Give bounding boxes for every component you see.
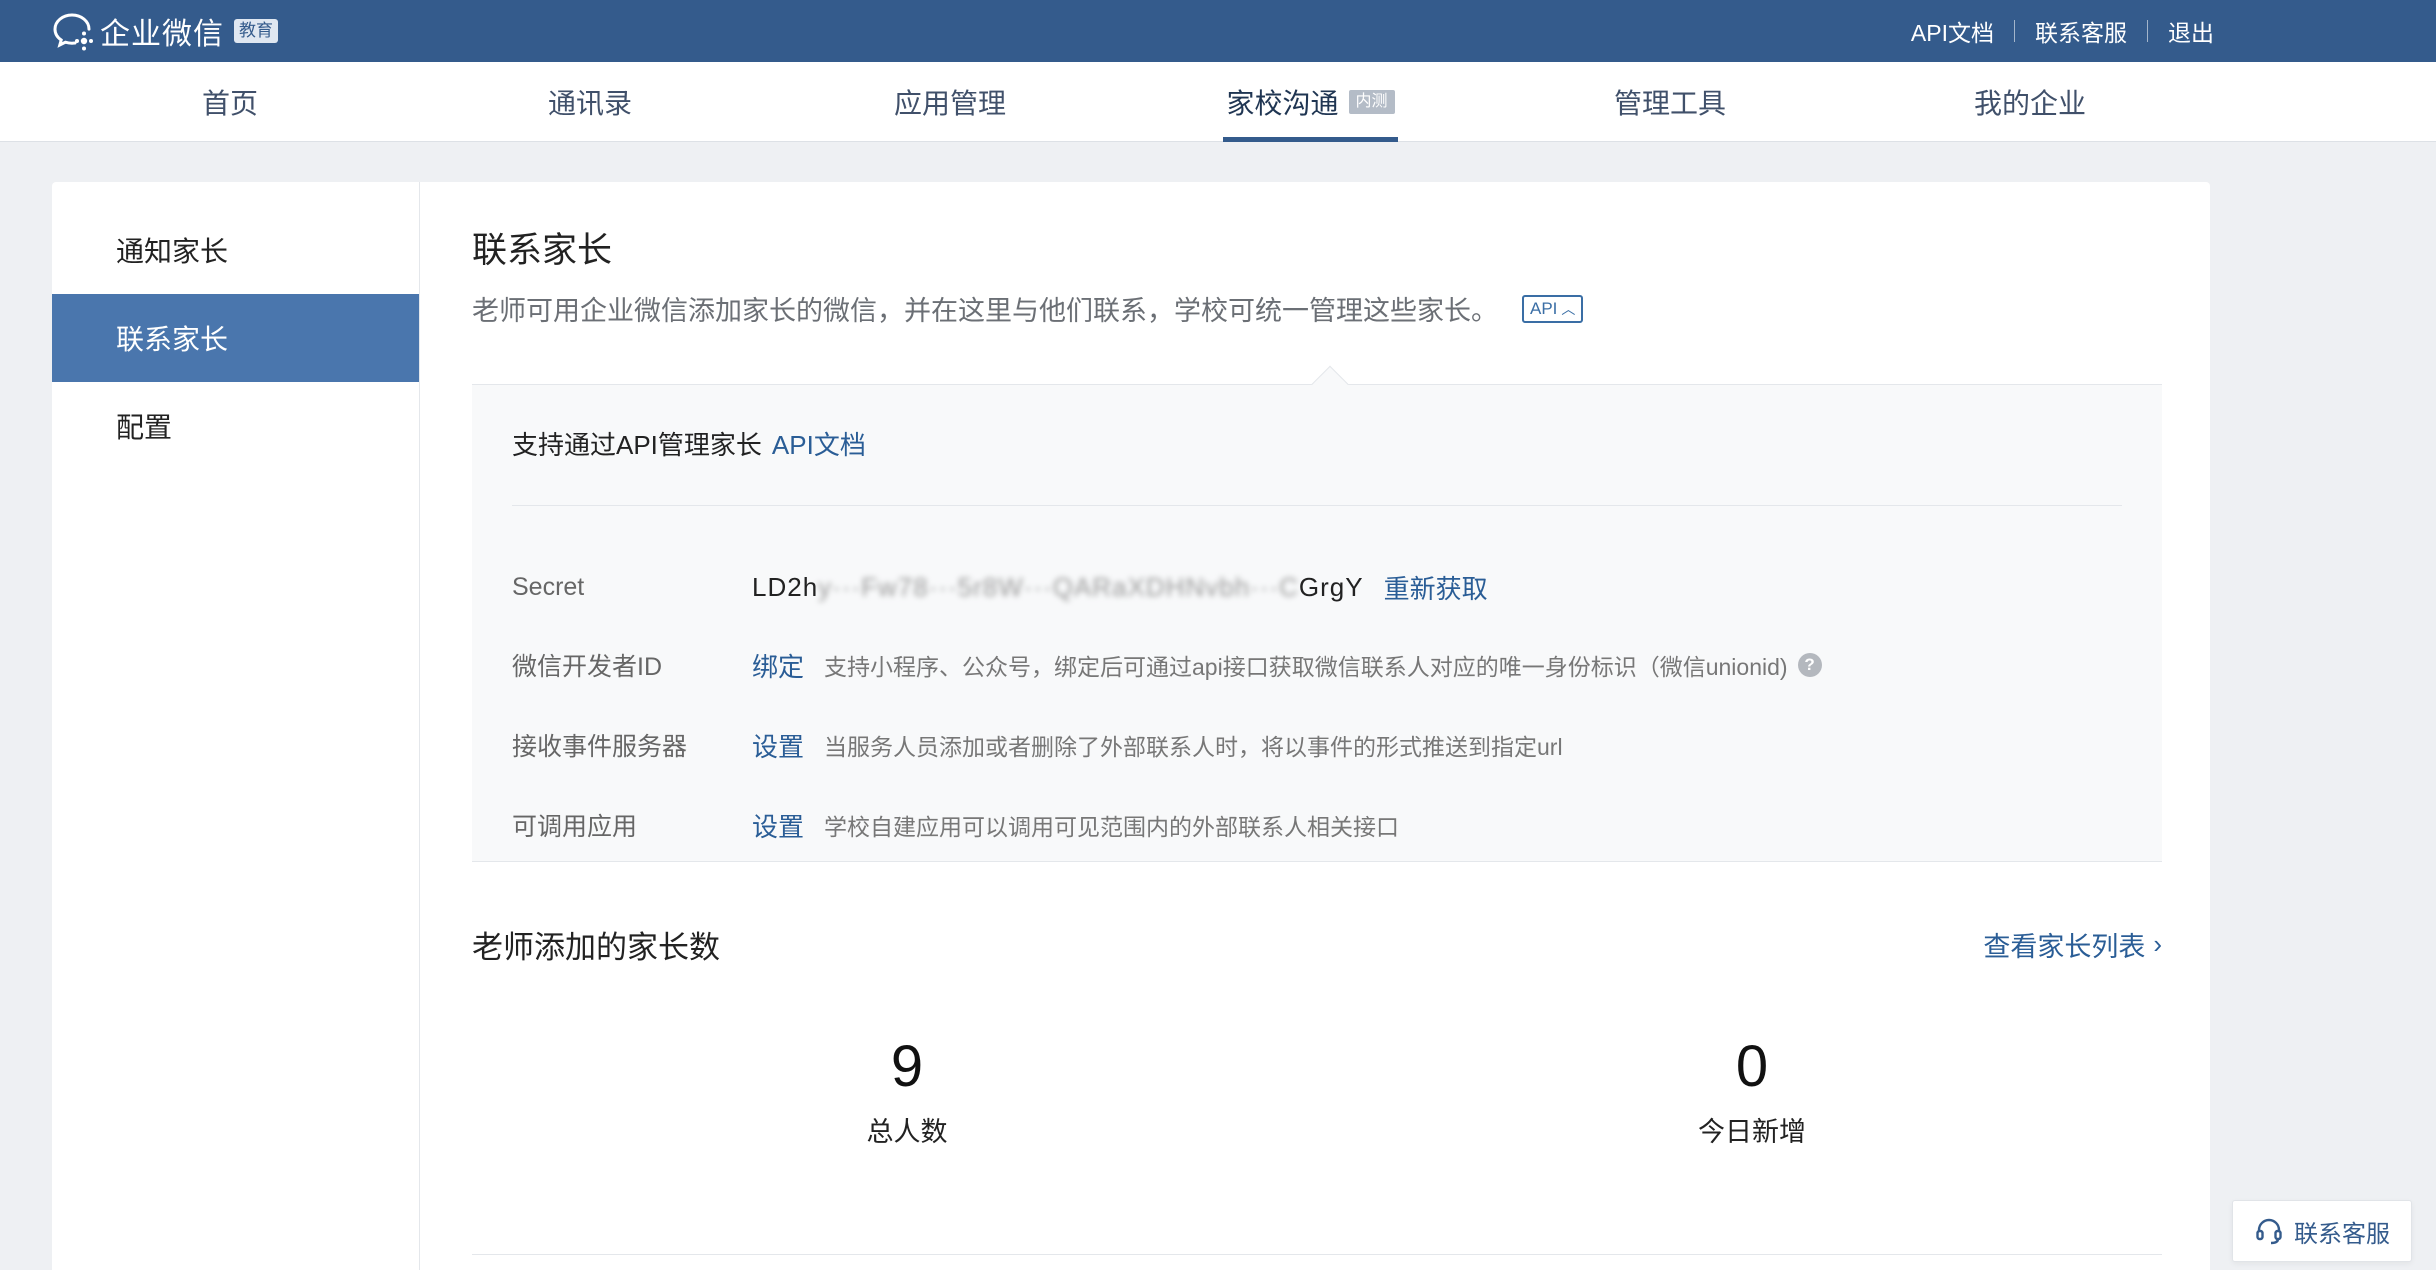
tab-label: 我的企业 (1973, 88, 2086, 119)
api-toggle-button[interactable]: API ︿ (1522, 294, 1584, 323)
page-title: 联系家长 (472, 231, 613, 270)
tab-app-management[interactable]: 应用管理 (880, 62, 1020, 142)
question-icon[interactable]: ? (1797, 653, 1822, 677)
stat-total: 9 总人数 (697, 1032, 1117, 1149)
api-panel: 支持通过API管理家长 API文档 Secret LD2hy···Fw78···5… (472, 365, 2162, 862)
row-hint: 支持小程序、公众号，绑定后可通过api接口获取微信联系人对应的唯一身份标识（微信… (824, 654, 1788, 680)
stat-value: 9 (890, 1034, 924, 1099)
sidebar-item-label: 通知家长 (116, 236, 229, 267)
brand-name: 企业微信 (100, 18, 224, 51)
set-event-server-link[interactable]: 设置 (752, 727, 804, 764)
refresh-secret-link[interactable]: 重新获取 (1384, 569, 1488, 606)
stats-title: 老师添加的家长数 (472, 930, 720, 965)
row-label: 微信开发者ID (512, 653, 663, 681)
sidebar-item-notify-parents[interactable]: 通知家长 (52, 206, 419, 294)
sidebar-item-contact-parents[interactable]: 联系家长 (52, 294, 419, 382)
secret-end: GrgY (1298, 571, 1364, 602)
divider (472, 1254, 2162, 1255)
secret-row: Secret LD2hy···Fw78···5r8W···QARaXDHNvbh… (512, 567, 1488, 607)
floating-support-button[interactable]: 联系客服 (2232, 1200, 2412, 1262)
secret-value: LD2hy···Fw78···5r8W···QARaXDHNvbh···CGrg… (752, 572, 1364, 603)
logout-link[interactable]: 退出 (2168, 14, 2214, 48)
logo[interactable]: 企业微信 教育 (50, 8, 278, 54)
tab-my-company[interactable]: 我的企业 (1960, 62, 2100, 142)
api-toggle-label: API (1530, 298, 1558, 318)
tab-admin-tools[interactable]: 管理工具 (1600, 62, 1740, 142)
chevron-up-icon: ︿ (1561, 300, 1576, 317)
tab-label: 首页 (201, 88, 258, 119)
sidebar-item-settings[interactable]: 配置 (52, 382, 419, 470)
event-server-row: 接收事件服务器 设置 当服务人员添加或者删除了外部联系人时，将以事件的形式推送到… (512, 725, 1563, 765)
contact-support-link[interactable]: 联系客服 (2035, 14, 2127, 48)
stat-value: 0 (1735, 1034, 1769, 1099)
edu-badge: 教育 (234, 19, 278, 43)
stat-caption: 今日新增 (1698, 1117, 1806, 1147)
api-heading-text: 支持通过API管理家长 (512, 430, 762, 460)
tab-label: 管理工具 (1613, 88, 1726, 119)
divider (2014, 20, 2015, 42)
sidebar-item-label: 联系家长 (116, 324, 229, 355)
tab-label: 应用管理 (893, 88, 1006, 119)
api-panel-heading: 支持通过API管理家长 API文档 (512, 425, 866, 462)
api-doc-link[interactable]: API文档 (772, 430, 866, 460)
top-links: API文档 联系客服 退出 (1911, 0, 2214, 62)
page-description: 老师可用企业微信添加家长的微信，并在这里与他们联系，学校可统一管理这些家长。 A… (472, 289, 1584, 328)
headset-icon (2256, 1218, 2282, 1245)
row-label: 接收事件服务器 (512, 733, 688, 761)
wechat-dev-id-row: 微信开发者ID 绑定 支持小程序、公众号，绑定后可通过api接口获取微信联系人对… (512, 645, 1822, 685)
row-hint: 当服务人员添加或者删除了外部联系人时，将以事件的形式推送到指定url (824, 734, 1563, 760)
secret-masked: y···Fw78···5r8W···QARaXDHNvbh···C (818, 571, 1299, 602)
description-text: 老师可用企业微信添加家长的微信，并在这里与他们联系，学校可统一管理这些家长。 (472, 296, 1498, 326)
set-callable-apps-link[interactable]: 设置 (752, 807, 804, 844)
view-parent-list-link[interactable]: 查看家长列表 › (1983, 925, 2162, 964)
sidebar-item-label: 配置 (116, 412, 173, 443)
divider (512, 505, 2122, 506)
support-label: 联系客服 (2294, 1220, 2390, 1248)
tab-label: 家校沟通 (1226, 88, 1339, 119)
stat-caption: 总人数 (866, 1117, 948, 1147)
beta-badge: 内测 (1348, 90, 1395, 114)
tab-contacts[interactable]: 通讯录 (530, 62, 650, 142)
secret-start: LD2h (752, 571, 819, 602)
tab-label: 通讯录 (547, 88, 632, 119)
callable-apps-row: 可调用应用 设置 学校自建应用可以调用可见范围内的外部联系人相关接口 (512, 805, 1399, 845)
api-docs-link[interactable]: API文档 (1911, 14, 1994, 48)
secret-label: Secret (512, 572, 585, 601)
wework-logo-icon (53, 13, 93, 51)
view-list-label: 查看家长列表 (1983, 932, 2146, 962)
row-hint: 学校自建应用可以调用可见范围内的外部联系人相关接口 (824, 814, 1400, 840)
row-label: 可调用应用 (512, 813, 638, 841)
sidebar: 通知家长 联系家长 配置 (52, 182, 420, 1270)
stat-today-new: 0 今日新增 (1542, 1032, 1962, 1149)
panel-caret (1311, 365, 1349, 403)
bind-link[interactable]: 绑定 (752, 647, 804, 684)
tab-home-school[interactable]: 家校沟通 内测 (1223, 62, 1398, 142)
divider (2147, 20, 2148, 42)
tab-home[interactable]: 首页 (170, 62, 290, 142)
top-bar: 企业微信 教育 API文档 联系客服 退出 (0, 0, 2436, 62)
main-nav: 首页 通讯录 应用管理 家校沟通 内测 管理工具 我的企业 (0, 62, 2436, 142)
main-card: 通知家长 联系家长 配置 联系家长 老师可用企业微信添加家长的微信，并在这里与他… (52, 182, 2210, 1270)
chevron-right-icon: › (2153, 929, 2162, 959)
